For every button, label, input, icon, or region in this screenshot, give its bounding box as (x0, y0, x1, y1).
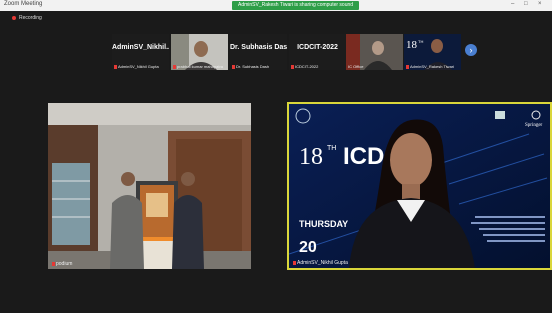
backdrop-edition: 18 (299, 144, 323, 170)
participant-label: podium (52, 261, 72, 267)
participant-display-name: AdminSV_Nikhil... (112, 44, 169, 51)
participant-tile-video[interactable]: prabhat kumar mahapatra (171, 34, 228, 70)
video-tile-podium[interactable]: podium (48, 103, 251, 269)
participant-label: Dr. Subhasis Dash (232, 64, 269, 69)
participant-tile-video[interactable]: IC Office (346, 34, 403, 70)
close-button[interactable]: × (538, 1, 542, 7)
podium-video (48, 103, 251, 269)
participant-label: AdminSV_Rakesh Tiwari (406, 64, 454, 69)
backdrop-edition-sup: TH (327, 145, 336, 152)
chevron-right-icon: › (469, 45, 473, 55)
recording-dot-icon (12, 15, 16, 20)
backdrop-conf: ICD (343, 143, 384, 170)
participant-tile[interactable]: ICDCIT-2022 ICDCIT-2022 (289, 34, 346, 70)
recording-indicator[interactable]: Recording (12, 14, 42, 22)
participant-label: AdminSV_Nikhil Gupta (293, 260, 348, 266)
participant-tile-video[interactable]: 18 TH AdminSV_Rakesh Tiwari (404, 34, 461, 70)
participant-label: ICDCIT-2022 (291, 64, 318, 69)
backdrop-edition-mini: 18 (406, 39, 418, 51)
mic-muted-icon (291, 64, 294, 69)
sharing-banner[interactable]: AdminSV_Rakesh Tiwari is sharing compute… (232, 1, 360, 10)
participant-display-name: Dr. Subhasis Dash (230, 44, 287, 51)
mic-muted-icon (293, 260, 296, 265)
recording-label: Recording (19, 15, 42, 21)
participant-label: AdminSV_Nikhil Gupta (114, 64, 159, 69)
backdrop-edition-sup-mini: TH (418, 39, 423, 44)
participant-label: IC Office (348, 64, 364, 69)
mic-muted-icon (114, 64, 117, 69)
mic-muted-icon (173, 64, 176, 69)
participant-tile[interactable]: Dr. Subhasis Dash Dr. Subhasis Dash (230, 34, 287, 70)
video-tile-active-speaker[interactable]: Springer 18 TH ICD THURSDAY 20 AdminSV_N… (287, 102, 552, 270)
gallery-next-button[interactable]: › (465, 44, 477, 56)
mic-muted-icon (52, 261, 55, 266)
participant-label: prabhat kumar mahapatra (173, 64, 223, 69)
mic-muted-icon (232, 64, 235, 69)
publisher-text: Springer (525, 123, 543, 128)
participant-tile[interactable]: AdminSV_Nikhil... AdminSV_Nikhil Gupta (112, 34, 169, 70)
backdrop-day: THURSDAY (299, 219, 348, 229)
maximize-button[interactable]: □ (524, 1, 528, 7)
mic-muted-icon (406, 64, 409, 69)
window-title: Zoom Meeting (4, 1, 43, 7)
participant-display-name: ICDCIT-2022 (297, 44, 338, 51)
title-bar: Zoom Meeting AdminSV_Rakesh Tiwari is sh… (0, 0, 552, 11)
minimize-button[interactable]: – (511, 1, 514, 7)
speaker-video: Springer 18 TH ICD THURSDAY 20 (289, 104, 550, 268)
backdrop-date: 20 (299, 239, 317, 256)
